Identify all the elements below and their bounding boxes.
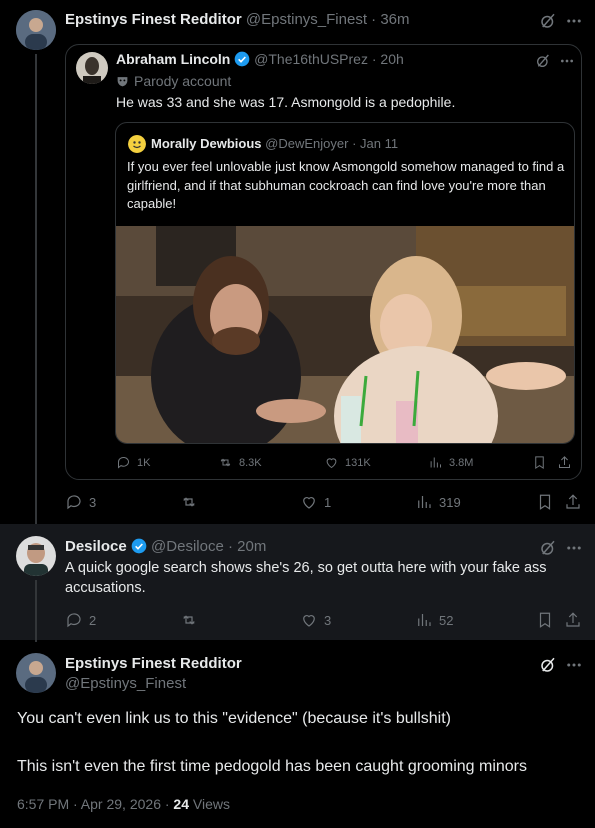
inner-quote-image[interactable]: [116, 226, 574, 443]
share-icon: [566, 494, 580, 509]
reply2-reply-count: 2: [89, 612, 97, 628]
main-views-label: Views: [192, 796, 230, 812]
share-button[interactable]: [564, 493, 582, 511]
views-button[interactable]: 319: [415, 493, 461, 511]
reply2-reply-button[interactable]: 2: [65, 611, 96, 629]
views-icon: [430, 457, 441, 468]
main-views-count: 24: [173, 796, 189, 812]
main-timestamp[interactable]: 6:57 PM · Apr 29, 2026 ·: [17, 796, 170, 812]
quote-repost-count: 8.3K: [239, 456, 262, 469]
heart-icon: [303, 497, 315, 509]
quote-author-handle[interactable]: @The16thUSPrez: [254, 51, 368, 67]
author-handle[interactable]: @Epstinys_Finest: [246, 11, 367, 28]
inner-quote-author-handle[interactable]: @DewEnjoyer: [265, 136, 348, 151]
repost-button[interactable]: [180, 493, 204, 511]
reply-author-name[interactable]: Desiloce: [65, 538, 127, 555]
inner-quote-header: Morally Dewbious @DewEnjoyer · Jan 11: [151, 136, 398, 151]
quote-time: · 20h: [371, 51, 404, 67]
verified-badge-icon: [234, 51, 250, 67]
reply2-like-count: 3: [324, 612, 332, 628]
quote-header: Abraham Lincoln @The16thUSPrez · 20h: [116, 51, 404, 67]
quote-like-count: 131K: [345, 456, 371, 469]
quote-reply-count: 1K: [137, 456, 151, 469]
heart-icon: [326, 458, 337, 469]
heart-icon: [303, 615, 315, 627]
like-count: 1: [324, 494, 332, 510]
reply2-share-button[interactable]: [564, 611, 582, 629]
author-name[interactable]: Epstinys Finest Redditor: [65, 11, 242, 28]
bookmark-button[interactable]: [536, 493, 554, 511]
repost-icon: [183, 497, 195, 507]
reply-more-icon[interactable]: [564, 538, 584, 558]
inner-quote-author-name[interactable]: Morally Dewbious: [151, 136, 262, 151]
reply2-bookmark-button[interactable]: [536, 611, 554, 629]
quote-text: He was 33 and she was 17. Asmongold is a…: [116, 94, 456, 110]
views-count: 319: [439, 494, 461, 510]
main-more-icon[interactable]: [564, 655, 584, 675]
quote-more-icon[interactable]: [558, 52, 576, 70]
main-text-paragraph-2: This isn't even the first time pedogold …: [17, 758, 527, 775]
share-icon: [559, 456, 570, 468]
parody-label: Parody account: [116, 73, 231, 89]
quote-avatar: [76, 52, 108, 84]
reply-icon: [117, 457, 129, 469]
like-button[interactable]: 1: [300, 493, 331, 511]
repost-icon: [183, 615, 195, 625]
quote-views-count: 3.8M: [449, 456, 474, 469]
reply-button[interactable]: 3: [65, 493, 96, 511]
share-icon: [566, 612, 580, 627]
tweet-header: Epstinys Finest Redditor @Epstinys_Fines…: [65, 11, 410, 28]
bookmark-icon: [535, 456, 544, 470]
quote-author-name[interactable]: Abraham Lincoln: [116, 51, 230, 67]
thread-line: [35, 54, 37, 524]
thread-line: [35, 580, 37, 642]
quote-repost-button[interactable]: 8.3K: [218, 455, 262, 470]
views-icon: [418, 614, 431, 626]
avatar[interactable]: [16, 10, 56, 50]
main-author-handle[interactable]: @Epstinys_Finest: [65, 675, 186, 692]
reply-header: Desiloce @Desiloce · 20m: [65, 538, 266, 555]
couple-photo: [116, 226, 574, 443]
views-icon: [418, 496, 431, 508]
reply-count: 3: [89, 494, 97, 510]
reply-text: A quick google search shows she's 26, so…: [65, 560, 547, 596]
quote-share-button[interactable]: [557, 455, 572, 470]
main-timestamp-row: 6:57 PM · Apr 29, 2026 · 24 Views: [17, 796, 230, 812]
reply-author-handle[interactable]: @Desiloce: [151, 538, 224, 555]
reply-avatar[interactable]: [16, 536, 56, 576]
avatar-image: [16, 10, 56, 50]
tweet-time[interactable]: · 36m: [371, 11, 409, 28]
quote-reply-button[interactable]: 1K: [116, 455, 150, 470]
bookmark-icon: [539, 612, 551, 628]
parody-mask-icon: [117, 76, 128, 86]
reply-grok-icon[interactable]: [538, 538, 558, 558]
inner-quote-text: If you ever feel unlovable just know Asm…: [127, 159, 565, 211]
reply2-repost-button[interactable]: [180, 611, 204, 629]
quote-views-button[interactable]: 3.8M: [428, 455, 473, 470]
verified-badge-icon: [131, 538, 147, 554]
inner-quote-avatar: [128, 135, 146, 153]
reply2-views-button[interactable]: 52: [415, 611, 453, 629]
parody-label-text: Parody account: [134, 73, 232, 89]
bookmark-icon: [539, 494, 551, 510]
reply2-like-button[interactable]: 3: [300, 611, 331, 629]
reply-time[interactable]: · 20m: [228, 538, 266, 555]
main-author-name[interactable]: Epstinys Finest Redditor: [65, 655, 242, 672]
reply2-views-count: 52: [439, 612, 454, 628]
main-grok-icon[interactable]: [538, 655, 558, 675]
reply-icon: [67, 613, 81, 628]
main-text-paragraph-1: You can't even link us to this "evidence…: [17, 710, 452, 727]
main-avatar[interactable]: [16, 653, 56, 693]
quote-grok-icon[interactable]: [534, 52, 552, 70]
repost-icon: [220, 458, 231, 467]
grok-icon[interactable]: [538, 11, 558, 31]
quote-like-button[interactable]: 131K: [324, 455, 371, 470]
inner-quote-time: · Jan 11: [352, 136, 399, 151]
quote-bookmark-button[interactable]: [532, 455, 547, 470]
reply-icon: [67, 495, 81, 510]
more-icon[interactable]: [564, 11, 584, 31]
